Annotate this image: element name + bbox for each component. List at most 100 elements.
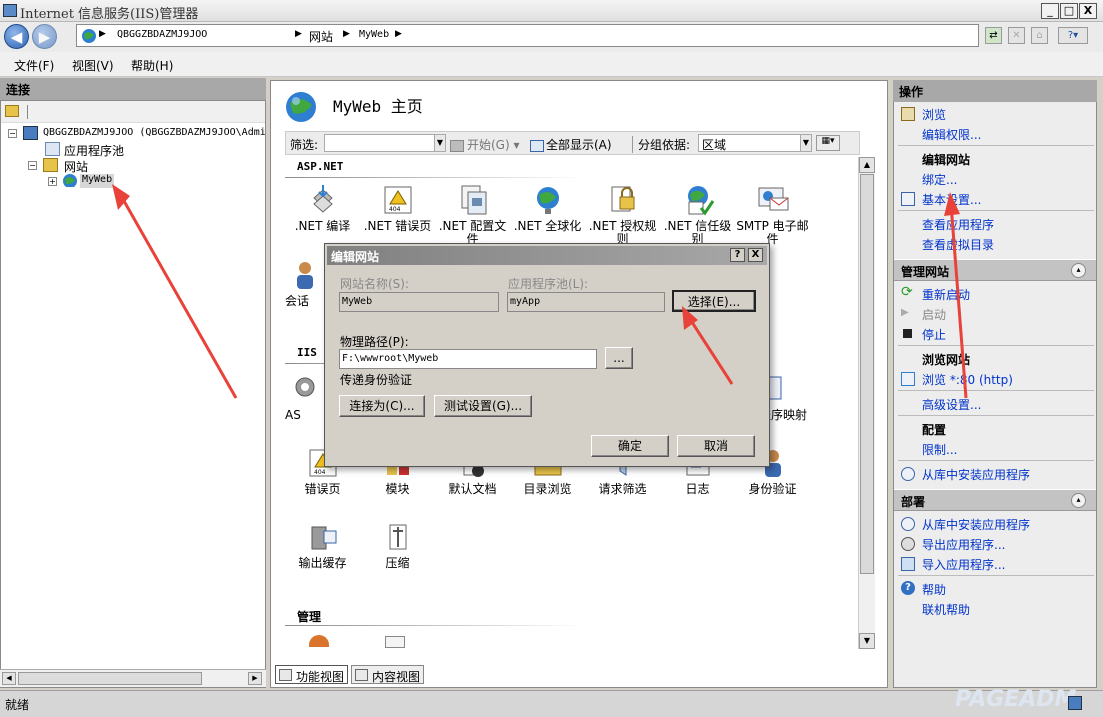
- action-import-app[interactable]: 导入应用程序...: [922, 556, 1005, 573]
- view-tabs: 功能视图 内容视图: [275, 663, 575, 685]
- action-bindings[interactable]: 绑定...: [922, 171, 957, 188]
- watermark: PAGEADM: [955, 687, 1077, 712]
- collapse-server-icon[interactable]: −: [8, 129, 17, 138]
- feature-smtp-email[interactable]: SMTP 电子邮件: [735, 184, 810, 246]
- action-help[interactable]: 帮助: [922, 581, 946, 598]
- connections-panel: − QBGGZBDAZMJ9JOO (QBGGZBDAZMJ9JOO\Admi …: [0, 100, 266, 688]
- action-basic-settings[interactable]: 基本设置...: [922, 191, 981, 208]
- new-connection-icon[interactable]: [5, 105, 19, 117]
- start-filter-button[interactable]: 开始(G) ▾: [450, 136, 520, 153]
- site-name-field[interactable]: MyWeb: [339, 292, 499, 312]
- action-edit-permissions[interactable]: 编辑权限...: [922, 126, 981, 143]
- breadcrumb-sites[interactable]: 网站: [309, 28, 333, 45]
- back-button[interactable]: ◀: [4, 24, 29, 49]
- ok-button[interactable]: 确定: [591, 435, 669, 457]
- menu-file[interactable]: 文件(F): [14, 57, 54, 74]
- breadcrumb-server[interactable]: QBGGZBDAZMJ9JOO: [117, 29, 207, 40]
- physical-path-field[interactable]: F:\wwwroot\Myweb: [339, 349, 597, 369]
- breadcrumb-site[interactable]: MyWeb: [359, 29, 389, 40]
- action-browse[interactable]: 浏览: [922, 106, 946, 123]
- manage-site-section[interactable]: 管理网站 ▴: [894, 259, 1096, 281]
- action-install-from-gallery[interactable]: 从库中安装应用程序: [922, 466, 1030, 483]
- connections-hscrollbar[interactable]: ◀ ▶: [0, 669, 266, 687]
- action-deploy-install-gallery[interactable]: 从库中安装应用程序: [922, 516, 1030, 533]
- globalization-icon: [531, 184, 565, 216]
- help-dropdown-icon[interactable]: ?▾: [1058, 27, 1088, 44]
- refresh-icon[interactable]: ⇄: [985, 27, 1002, 44]
- cancel-button[interactable]: 取消: [677, 435, 755, 457]
- action-stop[interactable]: 停止: [922, 326, 946, 343]
- breadcrumb-sep: ▶: [343, 29, 350, 39]
- dialog-close-button[interactable]: X: [748, 248, 763, 262]
- management-feature-icon[interactable]: [385, 636, 405, 648]
- select-app-pool-button[interactable]: 选择(E)...: [672, 290, 756, 312]
- action-online-help[interactable]: 联机帮助: [922, 601, 970, 618]
- menu-help[interactable]: 帮助(H): [131, 57, 173, 74]
- feature-output-caching[interactable]: 输出缓存: [285, 521, 360, 570]
- feature-net-globalization[interactable]: .NET 全球化: [510, 184, 585, 233]
- deploy-section[interactable]: 部署 ▴: [894, 489, 1096, 511]
- action-view-virtual-dirs[interactable]: 查看虚拟目录: [922, 236, 994, 253]
- feature-net-compilation[interactable]: .NET 编译: [285, 184, 360, 233]
- output-caching-icon: [306, 521, 340, 553]
- address-bar[interactable]: ▶ QBGGZBDAZMJ9JOO ▶ 网站 ▶ MyWeb ▶: [76, 24, 979, 47]
- group-by-select[interactable]: 区域 ▼: [698, 134, 812, 152]
- tree-site-myweb[interactable]: MyWeb: [80, 174, 115, 188]
- home-icon[interactable]: ⌂: [1031, 27, 1048, 44]
- actions-header: 操作: [893, 80, 1097, 102]
- feature-net-trust-levels[interactable]: .NET 信任级别: [660, 184, 735, 246]
- expand-site-icon[interactable]: +: [48, 177, 57, 186]
- collapse-sites-icon[interactable]: −: [28, 161, 37, 170]
- server-icon: [23, 126, 38, 140]
- aspnet-section-header[interactable]: ASP.NET: [285, 157, 860, 179]
- stop-icon[interactable]: ✕: [1008, 27, 1025, 44]
- edit-site-dialog: 编辑网站 ? X 网站名称(S): MyWeb 应用程序池(L): myApp …: [324, 243, 770, 467]
- connections-header: 连接: [0, 78, 266, 100]
- action-advanced-settings[interactable]: 高级设置...: [922, 396, 981, 413]
- feature-net-authorization[interactable]: .NET 授权规则: [585, 184, 660, 246]
- action-view-applications[interactable]: 查看应用程序: [922, 216, 994, 233]
- browse-path-button[interactable]: ...: [605, 347, 633, 369]
- features-scrollbar[interactable]: ▲ ▼: [858, 157, 875, 649]
- page-title: MyWeb 主页: [333, 97, 423, 116]
- feature-asp[interactable]: AS: [285, 373, 325, 422]
- management-section-header[interactable]: 管理: [285, 605, 860, 627]
- action-export-app[interactable]: 导出应用程序...: [922, 536, 1005, 553]
- maximize-button[interactable]: □: [1060, 3, 1078, 19]
- show-all-button[interactable]: 全部显示(A): [530, 136, 612, 153]
- view-mode-icon[interactable]: ▦▾: [816, 135, 840, 151]
- feature-session-state[interactable]: 会话: [285, 259, 325, 308]
- profile-icon: [456, 184, 490, 216]
- close-button[interactable]: X: [1079, 3, 1097, 19]
- feature-compression[interactable]: 压缩: [360, 521, 435, 570]
- action-restart[interactable]: 重新启动: [922, 286, 970, 303]
- dialog-help-button[interactable]: ?: [730, 248, 745, 262]
- dialog-title: 编辑网站: [331, 250, 380, 264]
- svg-text:404: 404: [389, 206, 401, 213]
- tree-server[interactable]: QBGGZBDAZMJ9JOO (QBGGZBDAZMJ9JOO\Admi: [43, 127, 265, 138]
- feature-net-profile[interactable]: .NET 配置文件: [435, 184, 510, 246]
- tab-features-view[interactable]: 功能视图: [275, 665, 349, 684]
- filter-input[interactable]: ▼: [324, 134, 446, 152]
- authorization-lock-icon: [606, 184, 640, 216]
- help-icon: ?: [901, 581, 915, 595]
- forward-button[interactable]: ▶: [32, 24, 57, 49]
- connect-as-button[interactable]: 连接为(C)...: [339, 395, 425, 417]
- management-feature-icon[interactable]: [309, 635, 329, 647]
- action-browse-port-80[interactable]: 浏览 *:80 (http): [922, 371, 1013, 388]
- svg-text:404: 404: [314, 469, 326, 476]
- tab-content-view[interactable]: 内容视图: [351, 665, 425, 684]
- action-start[interactable]: 启动: [922, 306, 946, 323]
- test-settings-button[interactable]: 测试设置(G)...: [434, 395, 532, 417]
- show-all-icon: [530, 139, 544, 152]
- action-limits[interactable]: 限制...: [922, 441, 957, 458]
- dialog-title-bar: 编辑网站 ? X: [327, 246, 767, 265]
- minimize-button[interactable]: _: [1041, 3, 1059, 19]
- asp-gear-icon: [293, 373, 317, 405]
- app-pool-field[interactable]: myApp: [507, 292, 665, 312]
- trust-level-icon: [681, 184, 715, 216]
- tree-app-pools[interactable]: 应用程序池: [64, 142, 124, 159]
- feature-net-error-pages[interactable]: 404 .NET 错误页: [360, 184, 435, 233]
- menu-view[interactable]: 视图(V): [72, 57, 114, 74]
- basic-settings-icon: [901, 192, 915, 206]
